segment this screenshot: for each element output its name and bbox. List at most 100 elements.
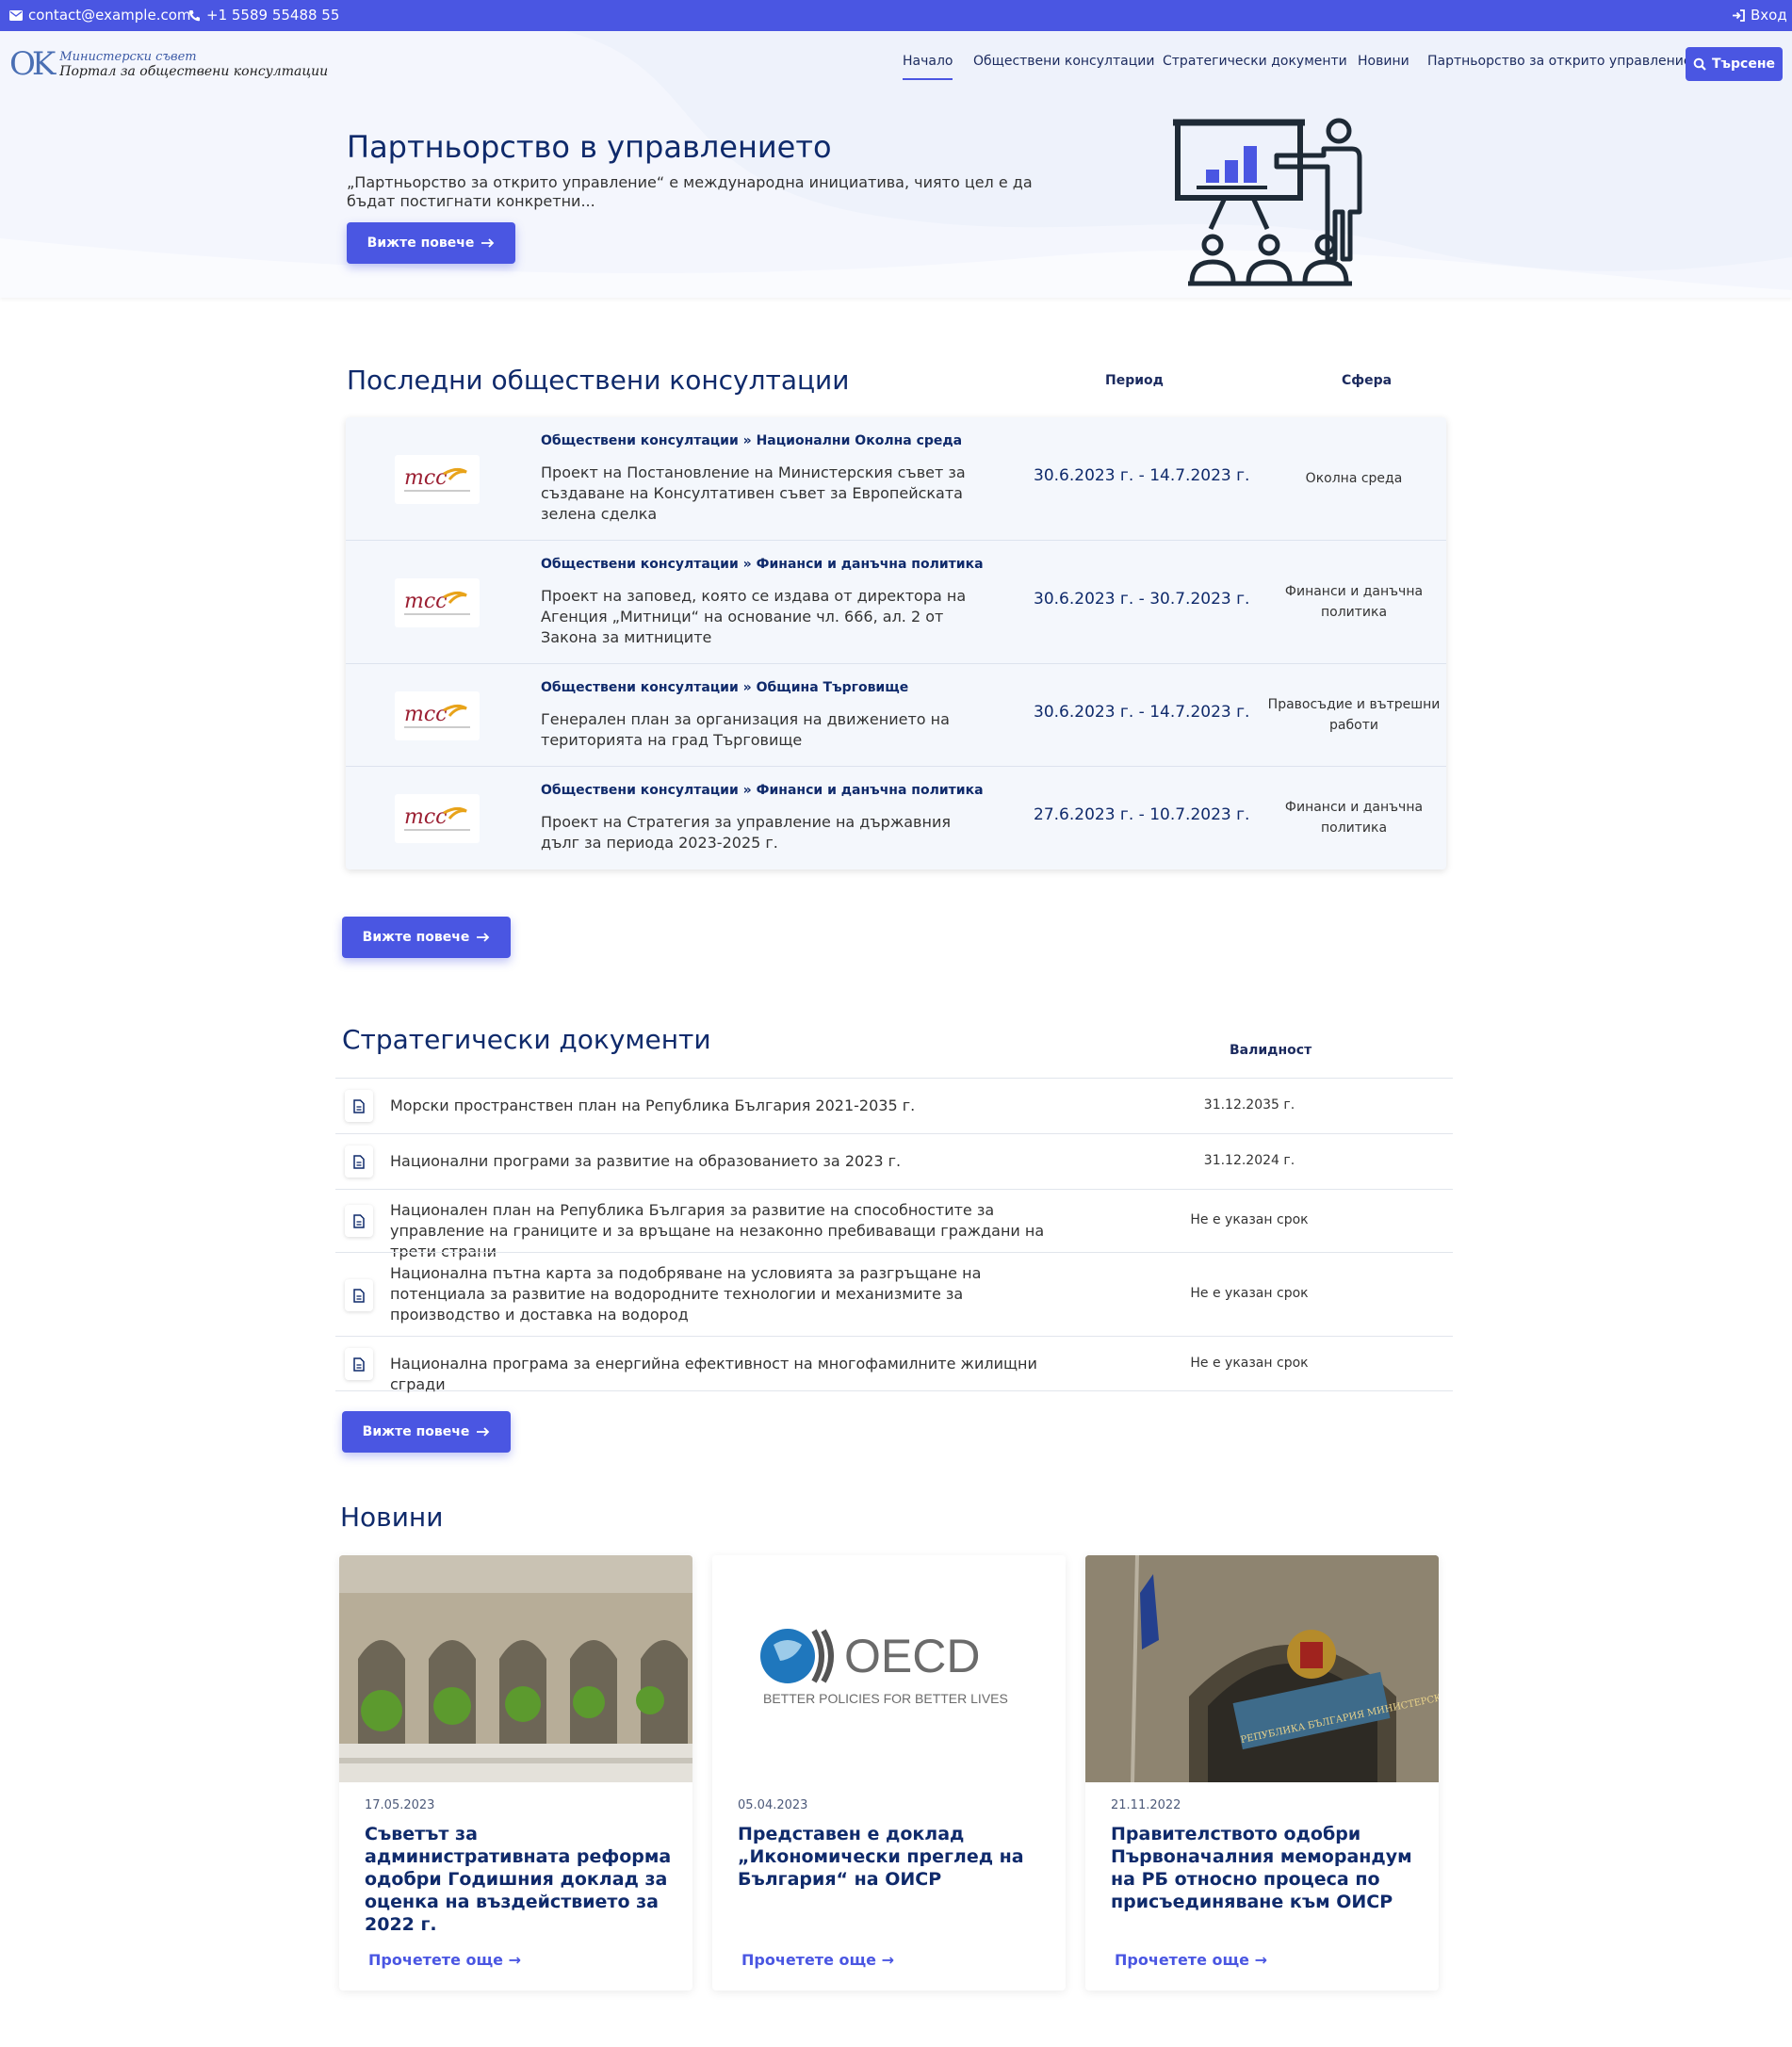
news-image-building — [339, 1555, 692, 1782]
mcc-logo-image: mcc — [404, 466, 470, 492]
news-title: Новини — [340, 1502, 444, 1533]
contact-email[interactable]: contact@example.com — [9, 7, 191, 24]
hero-title: Партньорство в управлението — [347, 129, 832, 165]
strategic-doc-row[interactable]: Национална програма за енергийна ефектив… — [335, 1336, 1453, 1393]
strategic-doc-row[interactable]: Национален план на Република България за… — [335, 1189, 1453, 1260]
consultations-title: Последни обществени консултации — [347, 365, 850, 396]
consultation-path[interactable]: Обществени консултации » Община Търговищ… — [541, 680, 908, 695]
news-card[interactable]: РЕПУБЛИКА БЪЛГАРИЯ МИНИСТЕРСКИ СЪВЕТ 21.… — [1085, 1555, 1439, 1990]
consultation-row[interactable]: mcc Обществени консултации » Община Търг… — [346, 664, 1446, 767]
svg-text:mcc: mcc — [404, 466, 448, 490]
phone-text: +1 5589 55488 55 — [206, 7, 340, 24]
strategic-more-button[interactable]: Вижте повече — [342, 1411, 511, 1453]
strategic-doc-title[interactable]: Национална програма за енергийна ефектив… — [390, 1354, 1068, 1395]
hero-section: OK Министерски съвет Портал за обществен… — [0, 31, 1792, 298]
consultation-path[interactable]: Обществени консултации » Финанси и данъч… — [541, 557, 984, 572]
consultation-title[interactable]: Проект на заповед, която се издава от ди… — [541, 586, 984, 648]
consultation-title[interactable]: Проект на Стратегия за управление на дър… — [541, 812, 984, 853]
nav-item-open-governance[interactable]: Партньорство за открито управление — [1427, 54, 1692, 69]
news-headline[interactable]: Представен е доклад „Икономически прегле… — [738, 1823, 1049, 1891]
svg-text:OECD: OECD — [844, 1630, 980, 1682]
svg-text:mcc: mcc — [404, 590, 448, 613]
top-bar: contact@example.com +1 5589 55488 55 Вхо… — [0, 0, 1792, 31]
consultation-sphere: Околна среда — [1305, 471, 1403, 486]
news-headline[interactable]: Съветът за административната реформа одо… — [365, 1823, 676, 1936]
hero-more-label: Вижте повече — [367, 236, 475, 251]
consultation-logo: mcc — [395, 455, 480, 504]
mcc-logo-image: mcc — [404, 703, 470, 728]
site-logo[interactable]: OK Министерски съвет Портал за обществен… — [9, 45, 328, 83]
col-header-period: Период — [1105, 373, 1164, 388]
consultation-title[interactable]: Проект на Постановление на Министерския … — [541, 463, 984, 525]
consultation-period: 30.6.2023 г. - 14.7.2023 г. — [1034, 703, 1250, 722]
consultation-row[interactable]: mcc Обществени консултации » Финанси и д… — [346, 541, 1446, 664]
search-label: Търсене — [1711, 57, 1776, 72]
strategic-doc-row[interactable]: Национални програми за развитие на образ… — [335, 1133, 1453, 1189]
hero-text: „Партньорство за открито управление“ е м… — [347, 173, 1033, 210]
phone-icon — [188, 9, 200, 21]
consultation-period: 30.6.2023 г. - 14.7.2023 г. — [1034, 466, 1250, 485]
col-header-validity: Валидност — [1230, 1043, 1312, 1058]
read-more-link[interactable]: Прочетете още → — [1115, 1951, 1267, 1969]
consultations-more-button[interactable]: Вижте повече — [342, 917, 511, 958]
document-icon — [345, 1145, 373, 1178]
nav-item-strategic-docs[interactable]: Стратегически документи — [1163, 54, 1347, 69]
strategic-doc-validity: 31.12.2024 г. — [1203, 1153, 1295, 1168]
strategic-title: Стратегически документи — [342, 1024, 711, 1055]
consultation-path[interactable]: Обществени консултации » Национални Окол… — [541, 433, 962, 448]
consultation-row[interactable]: mcc Обществени консултации » Финанси и д… — [346, 767, 1446, 869]
nav-item-home[interactable]: Начало — [903, 54, 953, 80]
news-card[interactable]: OECD BETTER POLICIES FOR BETTER LIVES 05… — [712, 1555, 1066, 1990]
nav-item-consultations[interactable]: Обществени консултации — [973, 54, 1154, 69]
login-icon — [1733, 8, 1745, 22]
strategic-doc-title[interactable]: Национални програми за развитие на образ… — [390, 1151, 1068, 1172]
login-label: Вход — [1751, 7, 1787, 24]
arrow-right-icon — [481, 238, 495, 248]
consultations-more-label: Вижте повече — [362, 930, 470, 945]
strategic-doc-validity: Не е указан срок — [1190, 1286, 1309, 1301]
logo-mark: OK — [9, 45, 56, 83]
arrow-right-icon: → — [881, 1951, 895, 1969]
consultation-sphere: Финанси и данъчна политика — [1284, 800, 1424, 836]
mcc-logo-image: mcc — [404, 590, 470, 615]
arrow-right-icon: → — [508, 1951, 522, 1969]
consultation-row[interactable]: mcc Обществени консултации » Национални … — [346, 417, 1446, 541]
strategic-more-label: Вижте повече — [362, 1424, 470, 1439]
svg-text:mcc: mcc — [404, 703, 448, 726]
search-icon — [1693, 57, 1706, 71]
strategic-doc-validity: 31.12.2035 г. — [1203, 1097, 1295, 1113]
mcc-logo-image: mcc — [404, 805, 470, 831]
nav-item-news[interactable]: Новини — [1358, 54, 1409, 69]
consultation-logo: mcc — [395, 691, 480, 740]
arrow-right-icon — [477, 933, 490, 942]
news-card[interactable]: 17.05.2023 Съветът за административната … — [339, 1555, 692, 1990]
document-icon — [345, 1348, 373, 1380]
read-more-label: Прочетете още — [368, 1951, 504, 1969]
strategic-doc-row[interactable]: Национална пътна карта за подобряване на… — [335, 1252, 1453, 1336]
read-more-link[interactable]: Прочетете още → — [741, 1951, 894, 1969]
strategic-doc-row[interactable]: Морски пространствен план на Република Б… — [335, 1078, 1453, 1133]
consultation-logo: mcc — [395, 794, 480, 843]
news-date: 21.11.2022 — [1111, 1798, 1181, 1812]
search-button[interactable]: Търсене — [1686, 47, 1783, 81]
consultation-path[interactable]: Обществени консултации » Финанси и данъч… — [541, 783, 984, 798]
consultation-sphere: Правосъдие и вътрешни работи — [1267, 697, 1441, 733]
news-headline[interactable]: Правителството одобри Първоначалния мемо… — [1111, 1823, 1422, 1913]
strategic-doc-title[interactable]: Морски пространствен план на Република Б… — [390, 1096, 1068, 1116]
document-icon — [345, 1090, 373, 1122]
contact-phone[interactable]: +1 5589 55488 55 — [188, 7, 339, 24]
svg-text:BETTER POLICIES FOR BETTER LIV: BETTER POLICIES FOR BETTER LIVES — [763, 1691, 1008, 1706]
login-link[interactable]: Вход — [1732, 7, 1787, 24]
strategic-doc-validity: Не е указан срок — [1190, 1212, 1309, 1227]
read-more-link[interactable]: Прочетете още → — [368, 1951, 521, 1969]
news-image-oecd-logo: OECD BETTER POLICIES FOR BETTER LIVES — [712, 1555, 1066, 1782]
consultations-table: mcc Обществени консултации » Национални … — [346, 417, 1446, 869]
logo-line2: Портал за обществени консултации — [59, 63, 329, 79]
consultation-title[interactable]: Генерален план за организация на движени… — [541, 709, 984, 751]
strategic-doc-title[interactable]: Национална пътна карта за подобряване на… — [390, 1263, 1068, 1325]
hero-more-button[interactable]: Вижте повече — [347, 222, 515, 264]
news-image-council-seal: РЕПУБЛИКА БЪЛГАРИЯ МИНИСТЕРСКИ СЪВЕТ — [1085, 1555, 1439, 1782]
strategic-doc-validity: Не е указан срок — [1190, 1356, 1309, 1371]
arrow-right-icon — [477, 1427, 490, 1437]
logo-line1: Министерски съвет — [59, 49, 197, 64]
